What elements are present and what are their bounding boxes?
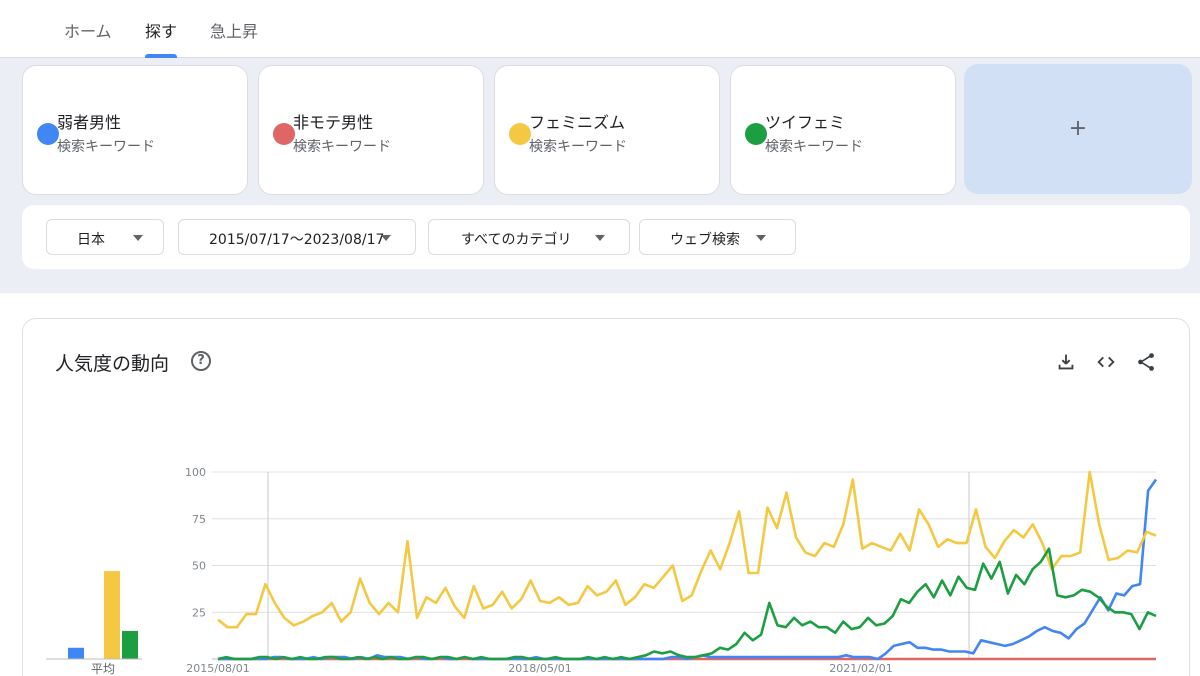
x-tick-label: 2018/05/01 xyxy=(508,662,571,675)
average-bar xyxy=(104,571,120,659)
average-label: 平均 xyxy=(91,662,116,676)
y-tick-label: 100 xyxy=(185,466,206,479)
trend-chart: 100 75 50 25 2015/08/01 2018/05/01 2021/02/01 xyxy=(46,466,1158,675)
series-line xyxy=(217,470,1157,629)
y-tick-label: 75 xyxy=(192,513,206,526)
y-tick-label: 50 xyxy=(192,560,206,573)
x-tick-label: 2015/08/01 xyxy=(186,662,249,675)
average-bar xyxy=(122,630,138,659)
x-tick-label: 2021/02/01 xyxy=(829,662,892,675)
y-tick-label: 25 xyxy=(192,606,206,619)
average-bar xyxy=(68,647,84,659)
series-line xyxy=(218,478,1158,661)
